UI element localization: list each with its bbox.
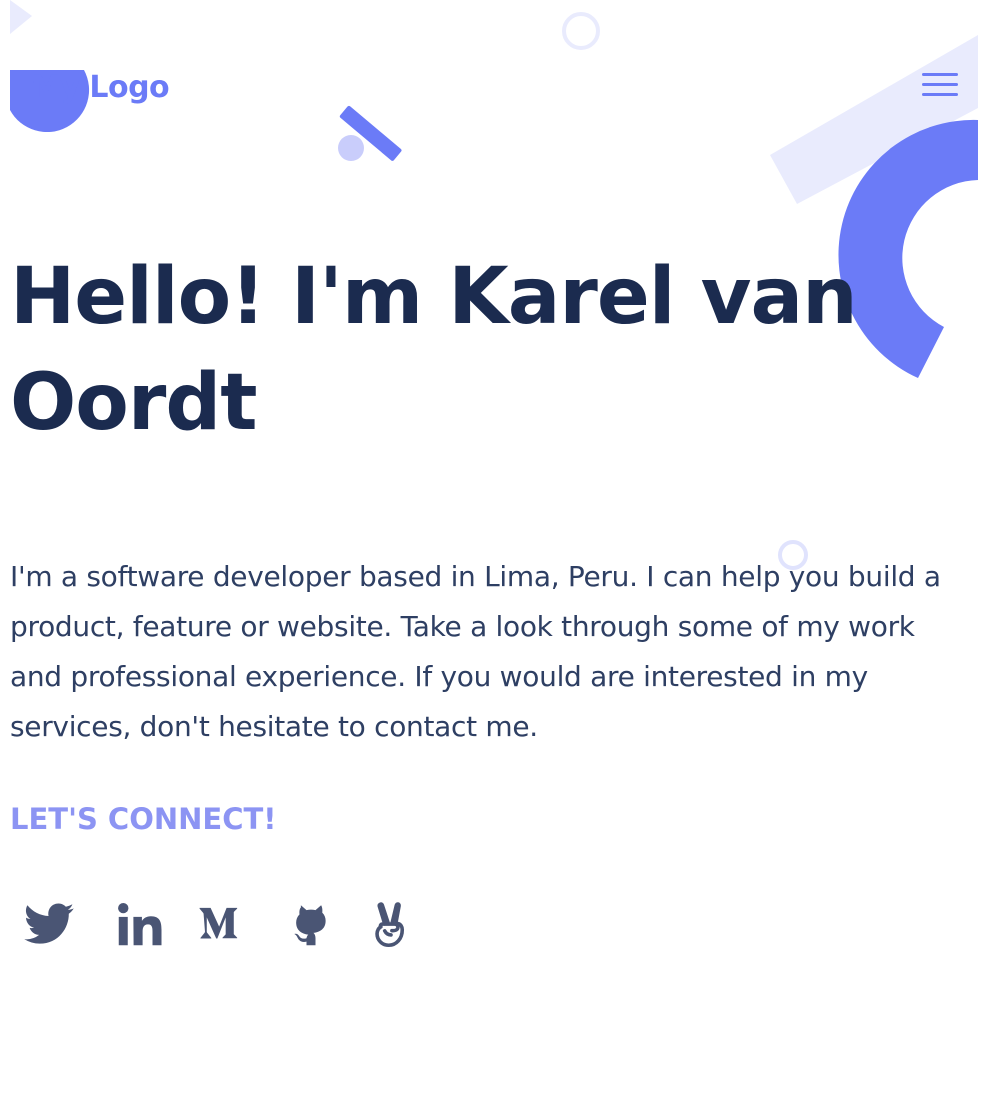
- linkedin-link[interactable]: [112, 898, 170, 952]
- github-icon: [294, 905, 326, 946]
- hamburger-menu-icon[interactable]: [916, 69, 962, 103]
- deco-dot-light: [338, 135, 364, 161]
- hero-title-line-2: Oordt: [10, 358, 257, 448]
- medium-link[interactable]: [198, 898, 256, 952]
- twitter-link[interactable]: [22, 898, 80, 952]
- lets-connect-label: LET'S CONNECT!: [10, 802, 277, 836]
- menu-bar: [922, 93, 958, 96]
- angellist-icon: [375, 902, 405, 948]
- portfolio-home-page: My Logo Hello! I'm Karel van Oordt I'm a…: [0, 0, 984, 1116]
- deco-circle-outline-top: [562, 12, 600, 50]
- medium-icon: [199, 907, 238, 939]
- menu-bar: [922, 83, 958, 86]
- github-link[interactable]: [284, 898, 342, 952]
- angellist-link[interactable]: [364, 898, 422, 952]
- deco-triangle-light: [10, 0, 32, 34]
- twitter-icon: [24, 903, 74, 944]
- site-logo[interactable]: My Logo: [31, 66, 170, 110]
- menu-bar: [922, 73, 958, 76]
- hero-title: Hello! I'm Karel van Oordt: [10, 244, 910, 456]
- intro-paragraph: I'm a software developer based in Lima, …: [10, 560, 941, 743]
- linkedin-icon: [118, 902, 162, 946]
- hero-title-line-1: Hello! I'm Karel van: [10, 252, 858, 342]
